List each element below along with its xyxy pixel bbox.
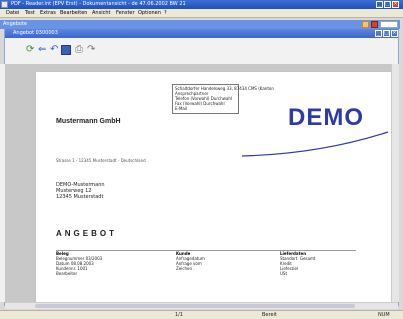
redo-icon[interactable]: ↷ [87,44,95,56]
mdi-titlebar: Angebote [0,20,400,29]
table-col-liefer: Lieferdaten Standort Gesamt Kredit Liefe… [280,251,315,276]
minimize-button[interactable]: _ [376,1,383,8]
app-icon [1,1,8,8]
info-line: E-Mail [175,106,188,111]
sender-line: Strasse 1 - 12345 Musterstadt - Deutschl… [56,158,146,163]
cell: 1001 [77,266,88,271]
menubar: Datei Test Extras Bearbeiten Ansicht Fen… [0,9,403,18]
doc-maximize-button[interactable]: □ [383,30,390,37]
menu-help[interactable]: ? [164,9,167,17]
logo-swoosh [241,131,389,157]
doc-close-button[interactable]: × [391,30,398,37]
horizontal-scrollbar[interactable] [5,302,398,309]
menu-extras[interactable]: Extras [40,9,56,17]
doc-minimize-button[interactable]: _ [375,30,382,37]
cell: Gesamt [299,256,316,261]
cell: USt [280,271,288,276]
menu-view[interactable]: Ansicht [92,9,110,17]
cell: Bearbeiter [56,271,78,276]
menu-file[interactable]: Datei [6,9,19,17]
table-col-beleg: Beleg Belegnummer 03/2003 Datum 08.08.20… [56,251,102,276]
maximize-button[interactable]: □ [384,1,391,8]
scroll-thumb[interactable] [35,304,355,308]
document-title: Angebot 0300003 [13,30,58,36]
menu-test[interactable]: Test [25,9,35,17]
document-heading: ANGEBOT [56,229,117,238]
menu-options[interactable]: Optionen [138,9,161,17]
print-icon[interactable]: ⎙ [75,44,83,56]
recipient-address: DEMO-Mustermann Musterweg 12 12345 Muste… [56,182,105,200]
undo-icon[interactable]: ↶ [50,44,58,56]
mdi-icon-warning[interactable] [362,21,369,28]
sender-info-box: Schaltdorfer Handelsweg 33, 87434 CMS (K… [172,84,274,114]
mdi-title: Angebote [3,21,28,27]
table-col-kunde: Kunde Anfragedatum Anfrage vom Zeichen [176,251,205,271]
menu-window[interactable]: Fenster [116,9,135,17]
save-icon[interactable] [61,45,71,55]
mdi-close-icon[interactable] [371,21,378,28]
back-icon[interactable]: ⇐ [38,44,46,56]
document-titlebar: Angebot 0300003 _ □ × [5,29,398,38]
company-name: Mustermann GmbH [56,118,121,125]
recipient-line: 12345 Musterstadt [56,194,104,200]
company-logo: DEMO [288,104,364,131]
window-title: PDF - Reader.int (EPV Erst) - Dokumentan… [11,1,186,7]
vertical-scrollbar[interactable] [391,64,399,302]
toolbar: ⟳ ⇐ ↶ ⎙ ↷ [5,38,398,65]
refresh-icon[interactable]: ⟳ [26,44,34,56]
cell: Zeichen [176,266,193,271]
mdi-search-field[interactable] [380,21,398,28]
menu-edit[interactable]: Bearbeiten [60,9,87,17]
close-button[interactable]: × [392,1,399,8]
window-titlebar: PDF - Reader.int (EPV Erst) - Dokumentan… [0,0,403,9]
